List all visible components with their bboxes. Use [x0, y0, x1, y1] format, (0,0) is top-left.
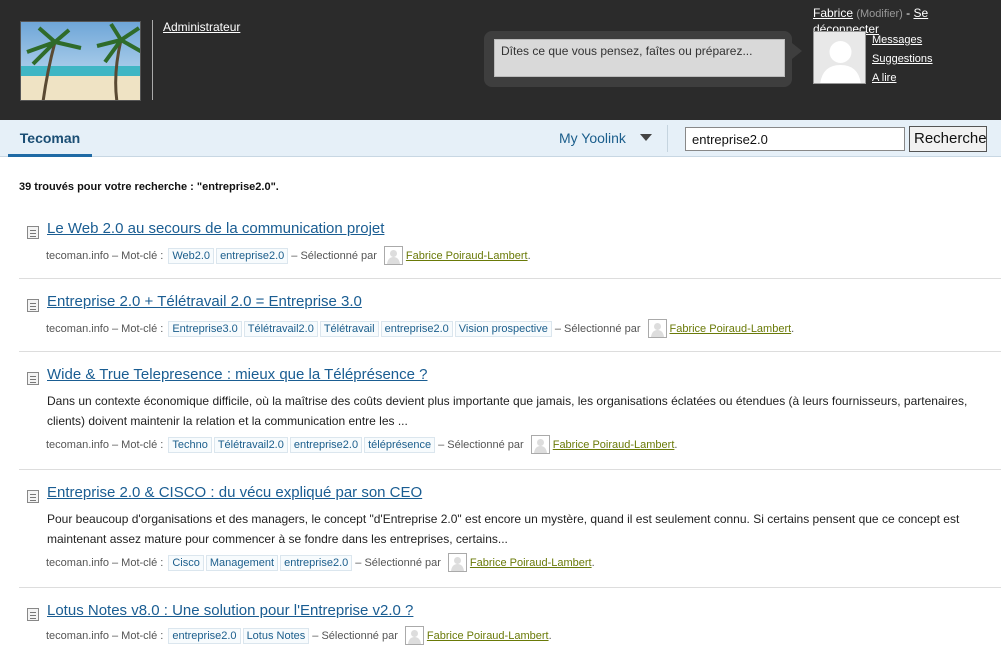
document-icon — [27, 226, 39, 239]
result-item: Entreprise 2.0 & CISCO : du vécu expliqu… — [19, 484, 1001, 588]
result-meta: tecoman.info – Mot-clé : Web2.0 entrepri… — [46, 246, 531, 265]
default-user-avatar-icon[interactable] — [813, 31, 866, 84]
tag-link[interactable]: Télétravail — [319, 320, 379, 337]
source-label: tecoman.info — [46, 438, 109, 451]
header-divider — [152, 20, 153, 100]
to-read-link[interactable]: A lire — [872, 72, 896, 84]
tag-link[interactable]: entreprise2.0 — [216, 247, 289, 264]
author-avatar-icon[interactable] — [447, 553, 467, 572]
status-input[interactable]: Dîtes ce que vous pensez, faîtes ou prép… — [494, 39, 785, 77]
chevron-down-icon[interactable] — [640, 134, 652, 141]
tag-link[interactable]: Management — [205, 554, 279, 571]
author-avatar-icon[interactable] — [647, 319, 667, 338]
source-label: tecoman.info — [46, 322, 109, 335]
suggestions-link[interactable]: Suggestions — [872, 53, 933, 65]
selected-by-label: – Sélectionné par — [291, 249, 377, 262]
nav-divider — [667, 125, 668, 152]
result-item: Le Web 2.0 au secours de la communicatio… — [19, 220, 1001, 279]
selected-by-label: – Sélectionné par — [355, 556, 441, 569]
tag-link[interactable]: Entreprise3.0 — [168, 320, 242, 337]
administrator-link[interactable]: Administrateur — [163, 20, 240, 34]
result-excerpt: Pour beaucoup d'organisations et des man… — [47, 512, 960, 546]
document-icon — [27, 372, 39, 385]
document-icon — [27, 299, 39, 312]
result-item: Entreprise 2.0 + Télétravail 2.0 = Entre… — [19, 293, 1001, 352]
selected-by-label: – Sélectionné par — [438, 438, 524, 451]
tag-link[interactable]: Cisco — [168, 554, 204, 571]
keyword-label: – Mot-clé : — [111, 438, 164, 451]
tag-link[interactable]: entreprise2.0 — [380, 320, 453, 337]
document-icon — [27, 608, 39, 621]
result-title-link[interactable]: Wide & True Telepresence : mieux que la … — [47, 366, 428, 383]
tag-link[interactable]: Lotus Notes — [242, 627, 310, 644]
result-meta: tecoman.info – Mot-clé : entreprise2.0 L… — [46, 626, 552, 645]
author-avatar-icon[interactable] — [383, 246, 403, 265]
result-title-link[interactable]: Lotus Notes v8.0 : Une solution pour l'E… — [47, 602, 413, 619]
author-link[interactable]: Fabrice Poiraud-Lambert — [670, 323, 792, 335]
keyword-label: – Mot-clé : — [111, 629, 164, 642]
author-link[interactable]: Fabrice Poiraud-Lambert — [470, 557, 592, 569]
my-yoolink-menu[interactable]: My Yoolink — [559, 130, 626, 146]
tab-tecoman[interactable]: Tecoman — [8, 120, 92, 157]
tag-link[interactable]: Web2.0 — [168, 247, 215, 264]
keyword-label: – Mot-clé : — [111, 249, 164, 262]
selected-by-label: – Sélectionné par — [312, 629, 398, 642]
beach-logo-image[interactable] — [20, 21, 141, 101]
author-link[interactable]: Fabrice Poiraud-Lambert — [427, 630, 549, 642]
source-label: tecoman.info — [46, 249, 109, 262]
author-avatar-icon[interactable] — [530, 435, 550, 454]
tag-link[interactable]: Télétravail2.0 — [243, 320, 318, 337]
result-title-link[interactable]: Entreprise 2.0 & CISCO : du vécu expliqu… — [47, 484, 422, 501]
author-link[interactable]: Fabrice Poiraud-Lambert — [406, 250, 528, 262]
search-button[interactable]: Rechercher — [909, 126, 987, 152]
result-meta: tecoman.info – Mot-clé : Techno Télétrav… — [46, 435, 677, 454]
result-item: Wide & True Telepresence : mieux que la … — [19, 366, 1001, 470]
tag-link[interactable]: entreprise2.0 — [289, 436, 363, 453]
tag-link[interactable]: entreprise2.0 — [168, 627, 241, 644]
keyword-label: – Mot-clé : — [111, 556, 164, 569]
user-links: Messages Suggestions A lire — [872, 31, 933, 88]
user-name-link[interactable]: Fabrice — [813, 6, 853, 20]
modify-profile-link[interactable]: (Modifier) — [856, 8, 902, 20]
messages-link[interactable]: Messages — [872, 34, 922, 46]
user-info-separator: - — [902, 6, 914, 20]
tag-link[interactable]: Vision prospective — [454, 320, 552, 337]
result-meta: tecoman.info – Mot-clé : Cisco Managemen… — [46, 553, 595, 572]
status-bubble: Dîtes ce que vous pensez, faîtes ou prép… — [484, 31, 802, 87]
result-meta: tecoman.info – Mot-clé : Entreprise3.0 T… — [46, 319, 794, 338]
selected-by-label: – Sélectionné par — [554, 322, 641, 335]
tag-link[interactable]: téléprésence — [364, 436, 436, 453]
result-title-link[interactable]: Entreprise 2.0 + Télétravail 2.0 = Entre… — [47, 293, 362, 310]
result-item: Lotus Notes v8.0 : Une solution pour l'E… — [19, 602, 1001, 656]
top-header: Administrateur Dîtes ce que vous pensez,… — [0, 0, 1001, 120]
tag-link[interactable]: Techno — [168, 436, 212, 453]
results-summary: 39 trouvés pour votre recherche : "entre… — [19, 181, 279, 193]
search-input[interactable] — [685, 127, 905, 151]
source-label: tecoman.info — [46, 629, 109, 642]
result-excerpt: Dans un contexte économique difficile, o… — [47, 394, 968, 428]
result-title-link[interactable]: Le Web 2.0 au secours de la communicatio… — [47, 220, 384, 237]
document-icon — [27, 490, 39, 503]
source-label: tecoman.info — [46, 556, 109, 569]
tag-link[interactable]: entreprise2.0 — [280, 554, 353, 571]
author-avatar-icon[interactable] — [404, 626, 424, 645]
author-link[interactable]: Fabrice Poiraud-Lambert — [553, 439, 675, 451]
keyword-label: – Mot-clé : — [111, 322, 164, 335]
tag-link[interactable]: Télétravail2.0 — [213, 436, 288, 453]
